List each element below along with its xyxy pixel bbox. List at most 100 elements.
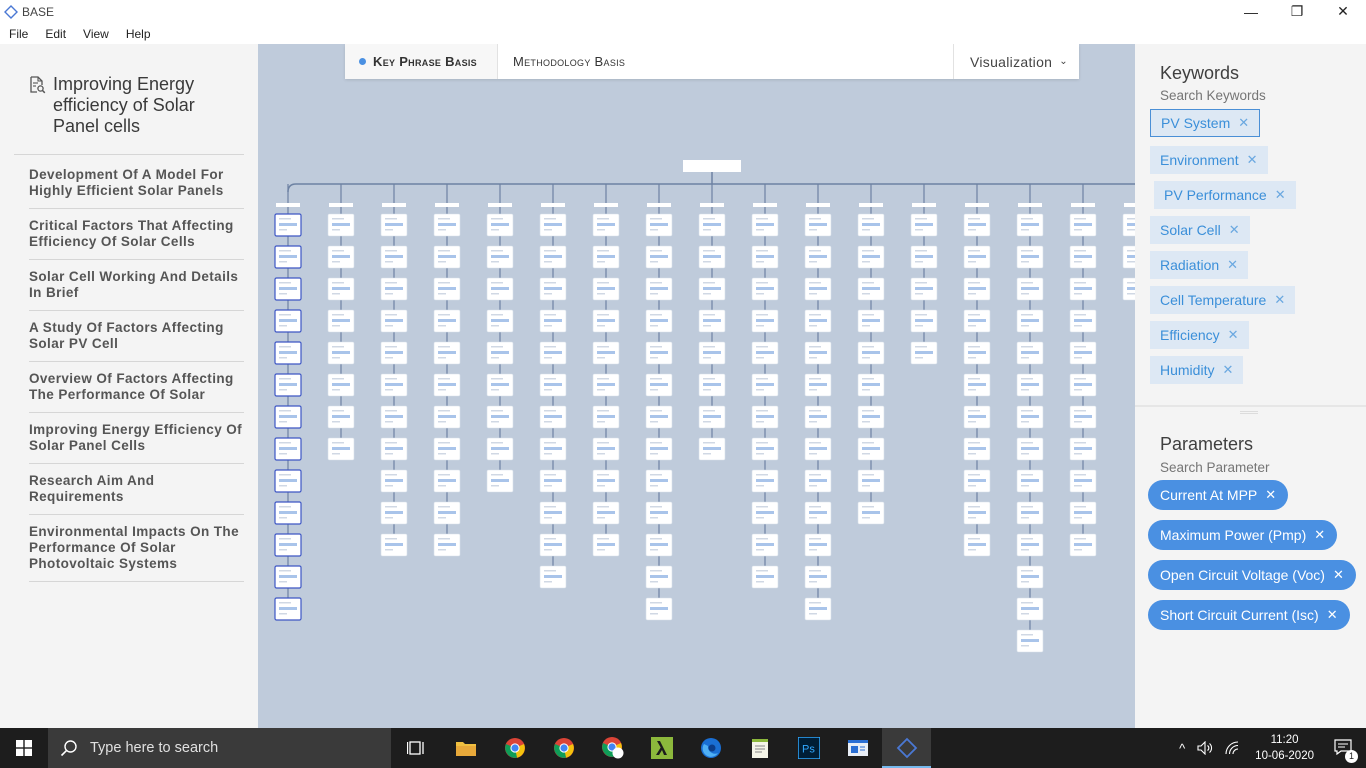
keyword-chip[interactable]: Humidity ✕ [1150,356,1244,384]
menu-view[interactable]: View [77,27,115,41]
visualization-canvas[interactable]: Key Phrase Basis Methodology Basis Visua… [258,44,1135,728]
notification-center-button[interactable]: 1 [1334,738,1358,763]
section-item[interactable]: Research Aim And Requirements [29,464,244,515]
remove-icon[interactable]: ✕ [1327,607,1338,623]
menu-file[interactable]: File [3,27,34,41]
keyword-chip[interactable]: Solar Cell ✕ [1150,216,1250,244]
tree-node-bar [279,287,297,290]
tree-node-line [809,421,817,423]
tree-node-line [1021,378,1033,380]
visualization-dropdown[interactable]: Visualization ⌄ [954,44,1079,79]
tree-node-line [597,346,609,348]
tree-node-line [1021,453,1029,455]
tree-node-bar [650,351,668,354]
tab-methodology-label: Methodology Basis [513,54,626,69]
splitter-grip-icon[interactable] [1240,411,1258,414]
menu-edit[interactable]: Edit [39,27,72,41]
tree-node-line [279,570,291,572]
section-item[interactable]: Improving Energy Efficiency Of Solar Pan… [29,413,244,464]
tree-node-bar [968,319,986,322]
tab-methodology-basis[interactable]: Methodology Basis [498,44,954,79]
tree-node-bar [385,543,403,546]
keywords-search-input[interactable] [1160,88,1350,103]
tree-node-line [438,389,446,391]
tree-node-bar [1021,479,1039,482]
maximize-button[interactable]: ❐ [1274,0,1320,23]
panel-splitter[interactable] [1135,405,1366,407]
filters-panel: Keywords PV System ✕ Environment ✕ PV Perf… [1135,44,1366,728]
tree-node-bar [332,351,350,354]
tree-root-node[interactable] [683,160,741,172]
tree-node-line [968,314,980,316]
chevron-up-icon[interactable]: ^ [1179,741,1185,756]
tree-node-line [1074,293,1082,295]
chrome-button-3[interactable] [588,728,637,768]
close-button[interactable]: ✕ [1320,0,1366,23]
tree-node-line [968,410,980,412]
remove-icon[interactable]: ✕ [1238,115,1249,131]
menu-help[interactable]: Help [120,27,157,41]
remove-icon[interactable]: ✕ [1333,567,1344,583]
remove-icon[interactable]: ✕ [1265,487,1276,503]
keyword-chip[interactable]: PV System ✕ [1150,109,1261,137]
tree-node-line [597,538,609,540]
chrome-button-2[interactable] [539,728,588,768]
parameters-search-input[interactable] [1160,460,1350,475]
parameter-chip[interactable]: Maximum Power (Pmp) ✕ [1148,520,1338,550]
firefox-button[interactable] [686,728,735,768]
parameter-chip[interactable]: Short Circuit Current (Isc) ✕ [1148,600,1350,630]
tree-node-bar [1021,543,1039,546]
keyword-chip[interactable]: Environment ✕ [1150,146,1268,174]
section-item[interactable]: Overview Of Factors Affecting The Perfor… [29,362,244,413]
remove-icon[interactable]: ✕ [1228,327,1239,343]
tree-node-line [544,314,556,316]
tree-node-bar [1074,319,1092,322]
tree-node-line [756,442,768,444]
remove-icon[interactable]: ✕ [1247,152,1258,168]
section-item[interactable]: Development Of A Model For Highly Effici… [29,155,244,209]
keyword-chip[interactable]: Cell Temperature ✕ [1150,286,1296,314]
volume-icon[interactable] [1197,741,1213,755]
section-item[interactable]: Solar Cell Working And Details In Brief [29,260,244,311]
remove-icon[interactable]: ✕ [1314,527,1325,543]
tree-node-line [968,389,976,391]
photoshop-button[interactable]: Ps [784,728,833,768]
minimize-button[interactable]: — [1228,0,1274,23]
section-item[interactable]: Environmental Impacts On The Performance… [29,515,244,582]
keyword-chip[interactable]: Radiation ✕ [1150,251,1249,279]
parameter-chip[interactable]: Current At MPP ✕ [1148,480,1289,510]
remove-icon[interactable]: ✕ [1274,292,1285,308]
tree-node-line [491,474,503,476]
tree-node-line [650,218,662,220]
tab-key-phrase-basis[interactable]: Key Phrase Basis [345,44,498,79]
start-button[interactable] [0,728,48,768]
tree-node-bar [968,447,986,450]
parameter-chip[interactable]: Open Circuit Voltage (Voc) ✕ [1148,560,1356,590]
tree-node-bar [385,447,403,450]
lambda-app-button[interactable] [637,728,686,768]
tree-node-bar [438,255,456,258]
tree-node-bar [650,383,668,386]
keyword-chip[interactable]: Efficiency ✕ [1150,321,1249,349]
taskbar-search-box[interactable]: Type here to search [48,728,391,768]
task-view-button[interactable] [392,728,441,768]
remove-icon[interactable]: ✕ [1275,187,1286,203]
network-icon[interactable] [1225,741,1241,755]
chrome-button-1[interactable] [490,728,539,768]
section-item[interactable]: A Study Of Factors Affecting Solar PV Ce… [29,311,244,362]
chrome-icon [553,738,574,758]
terminal-app-button[interactable] [833,728,882,768]
file-explorer-button[interactable] [441,728,490,768]
remove-icon[interactable]: ✕ [1229,222,1240,238]
keyword-chip[interactable]: PV Performance ✕ [1154,181,1296,209]
tree-node-line [1021,634,1033,636]
tree-node-line [703,389,711,391]
clock[interactable]: 11:20 10-06-2020 [1255,732,1314,764]
notepad-app-button[interactable] [735,728,784,768]
section-item[interactable]: Critical Factors That Affecting Efficien… [29,209,244,260]
tree-node-bar [491,319,509,322]
windows-logo-icon [16,740,32,756]
remove-icon[interactable]: ✕ [1227,257,1238,273]
remove-icon[interactable]: ✕ [1222,362,1233,378]
base-app-button[interactable] [882,728,931,768]
